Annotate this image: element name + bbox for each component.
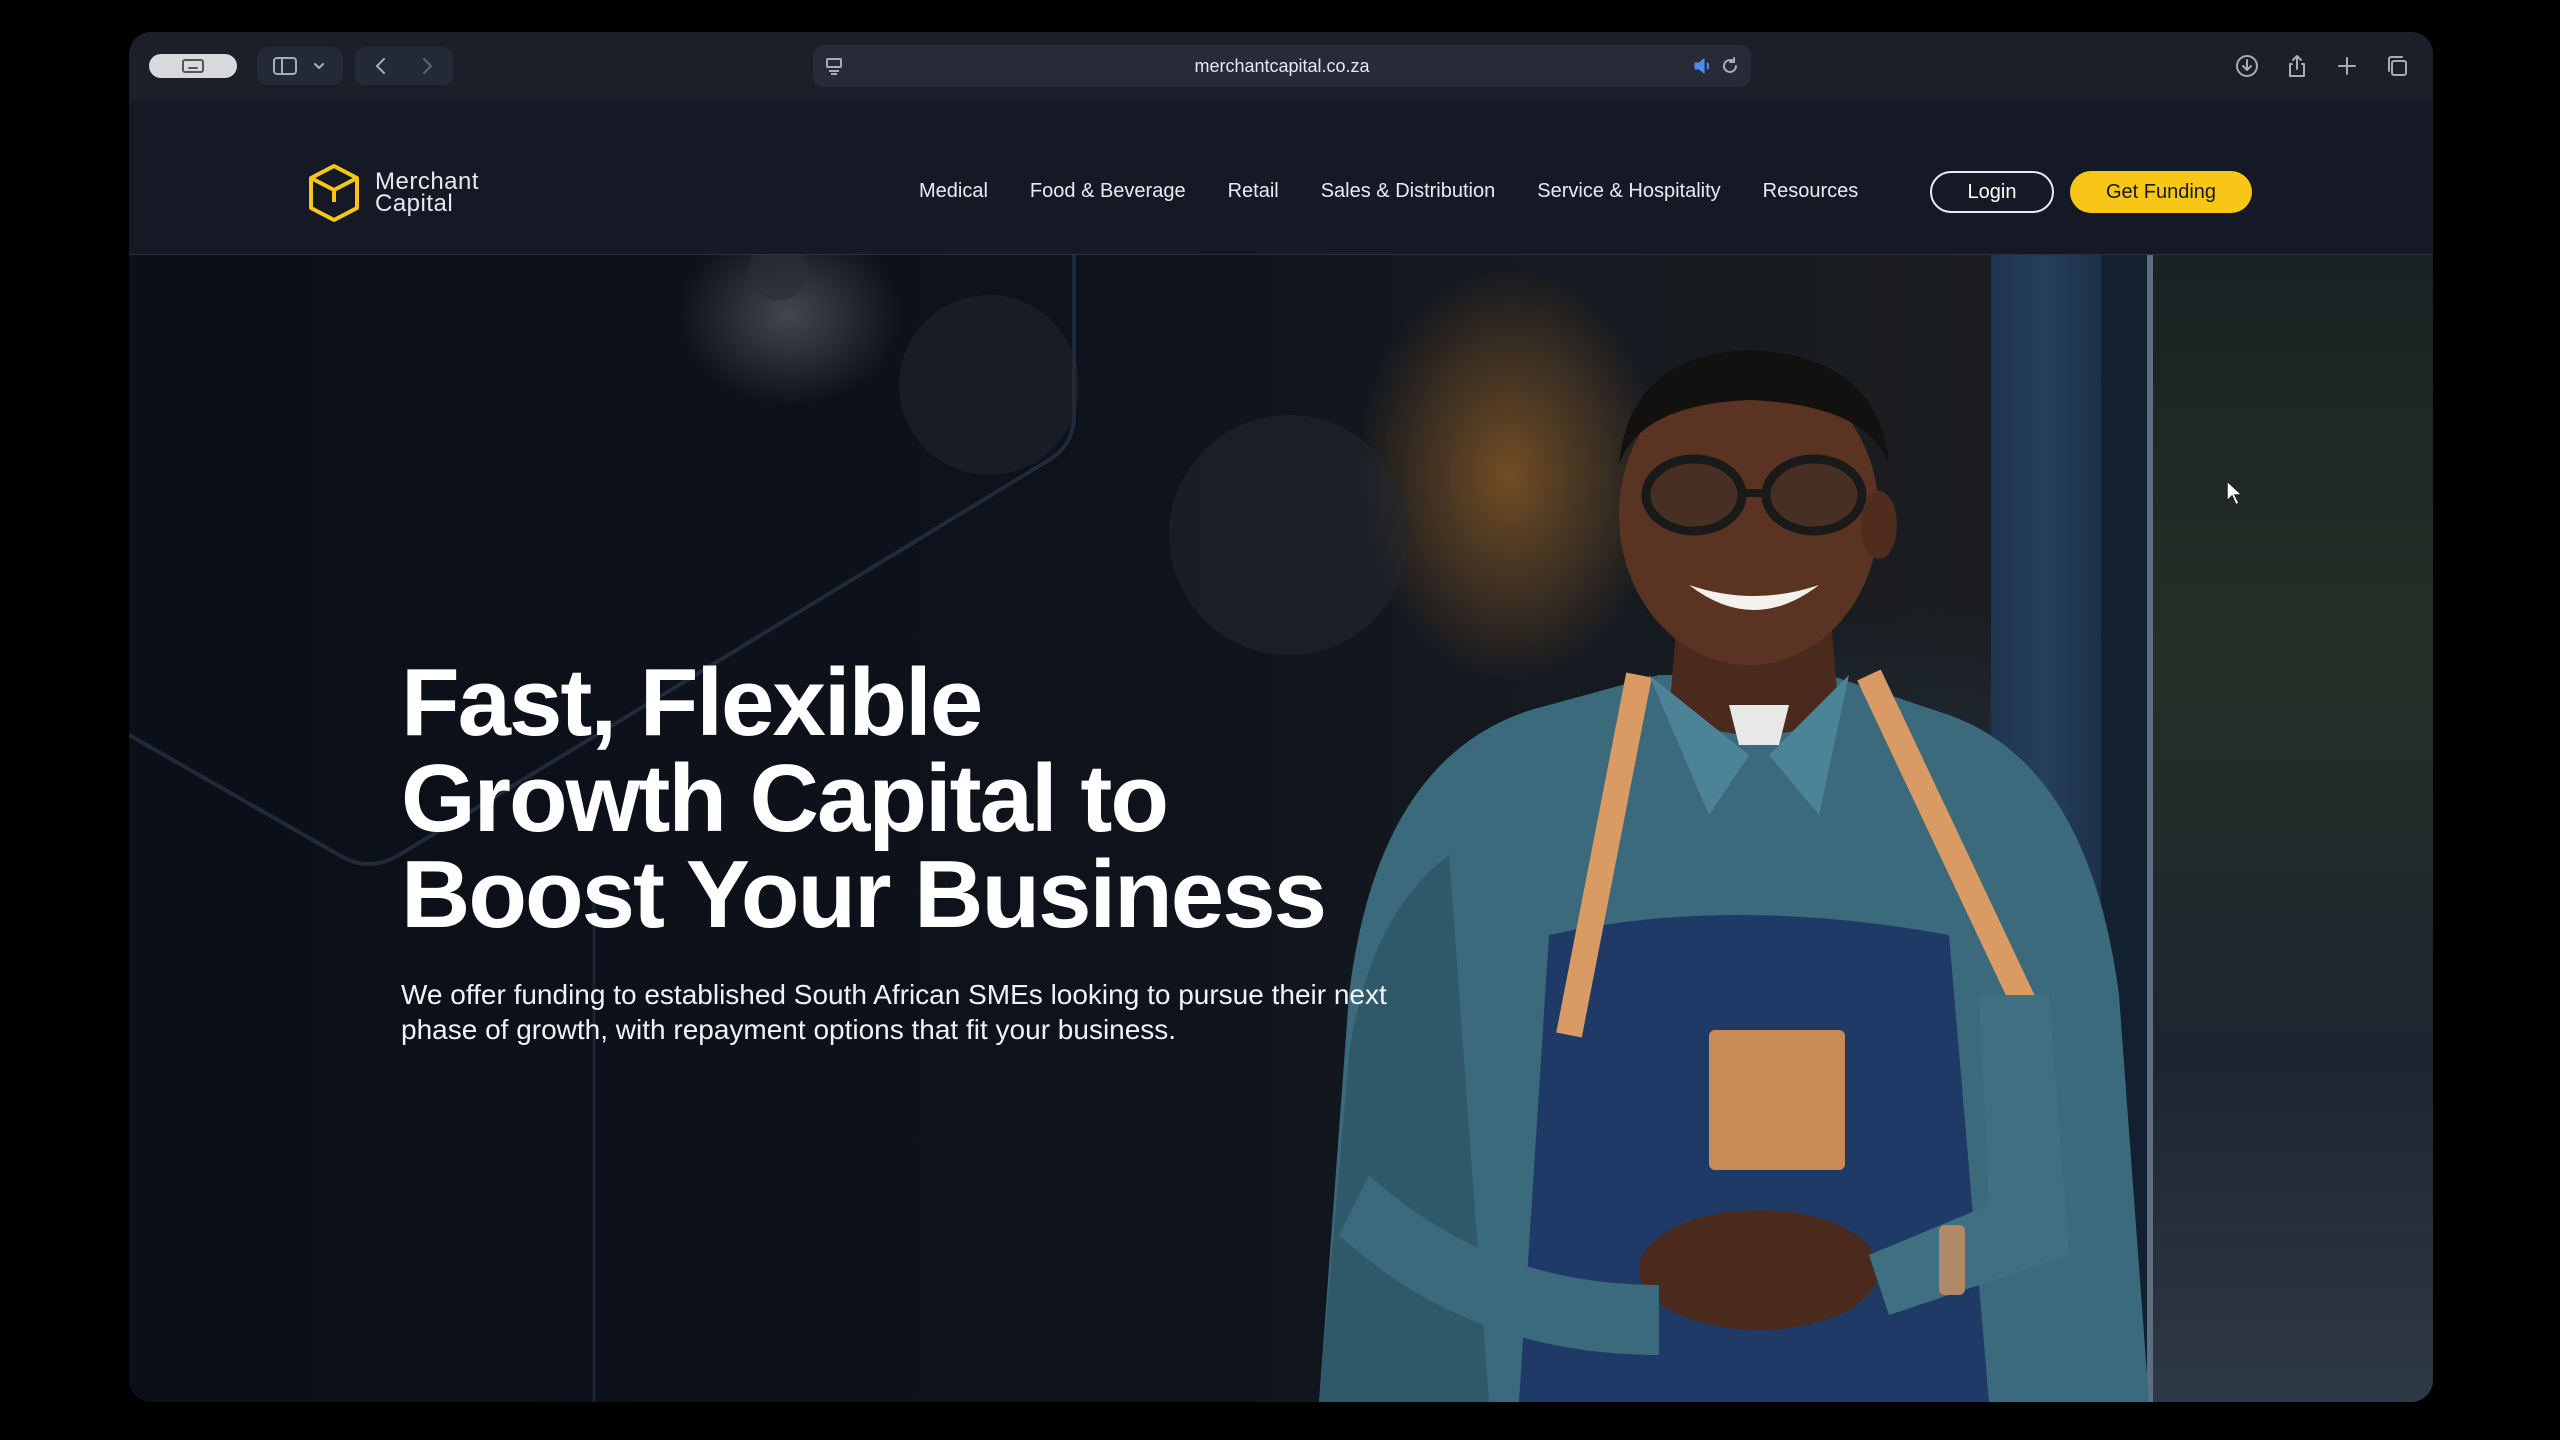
browser-toolbar: merchantcapital.co.za [129, 32, 2433, 100]
plus-icon [2338, 57, 2356, 75]
new-tab-button[interactable] [2329, 46, 2365, 86]
get-funding-button[interactable]: Get Funding [2070, 171, 2252, 213]
nav-food-beverage[interactable]: Food & Beverage [1009, 180, 1207, 202]
cube-logo-icon [309, 164, 359, 222]
logo-wordmark: Merchant Capital [375, 170, 479, 217]
hero-subcopy: We offer funding to established South Af… [401, 979, 1387, 1045]
download-icon [2236, 55, 2258, 77]
mouse-cursor-icon [2226, 479, 2244, 507]
headline-line-3: Boost Your Business [401, 841, 1327, 948]
browser-window: merchantcapital.co.za Merchant Capital M… [129, 32, 2433, 1402]
hero-person-photo [1319, 350, 2149, 1402]
show-tabs-button[interactable] [2379, 46, 2415, 86]
chevron-down-icon[interactable] [310, 57, 328, 75]
downloads-button[interactable] [2229, 46, 2265, 86]
main-nav: Medical Food & Beverage Retail Sales & D… [919, 180, 1879, 202]
login-button[interactable]: Login [1930, 171, 2054, 213]
url-text: merchantcapital.co.za [1194, 56, 1370, 76]
nav-resources[interactable]: Resources [1742, 180, 1880, 202]
tabs-icon [2388, 56, 2407, 76]
reload-icon[interactable] [1719, 55, 1741, 77]
window-reflection [2153, 255, 2433, 1402]
nav-sales-distribution[interactable]: Sales & Distribution [1300, 180, 1517, 202]
hero-headline: Fast, Flexible Growth Capital to Boost Y… [401, 649, 1327, 948]
headline-line-1: Fast, Flexible [401, 649, 983, 756]
forward-icon[interactable] [416, 55, 438, 77]
site-header: Merchant Capital Medical Food & Beverage… [129, 100, 2433, 255]
site-logo[interactable]: Merchant Capital [305, 162, 479, 224]
tab-overview-icon [182, 59, 204, 73]
logo-line-2: Capital [375, 190, 454, 217]
headline-line-2: Growth Capital to [401, 745, 1169, 852]
nav-retail[interactable]: Retail [1207, 180, 1300, 202]
back-icon[interactable] [370, 55, 392, 77]
hero-section: Fast, Flexible Growth Capital to Boost Y… [129, 255, 2433, 1402]
address-bar[interactable]: merchantcapital.co.za [813, 45, 1751, 87]
nav-medical[interactable]: Medical [919, 180, 1009, 202]
sidebar-toggle-button[interactable] [257, 47, 343, 85]
toolbar-right [2229, 46, 2415, 86]
share-button[interactable] [2279, 46, 2315, 86]
tab-overview-button[interactable] [149, 54, 237, 78]
history-nav [355, 47, 453, 85]
nav-service-hospitality[interactable]: Service & Hospitality [1516, 180, 1741, 202]
speaker-icon[interactable] [1691, 55, 1713, 77]
sidebar-icon [273, 57, 297, 75]
share-icon [2289, 55, 2305, 77]
